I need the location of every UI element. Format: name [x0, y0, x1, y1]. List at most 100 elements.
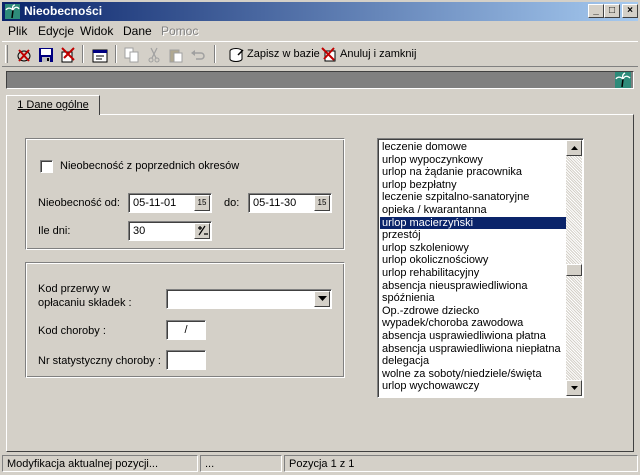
paste-button[interactable] [165, 45, 187, 65]
list-item[interactable]: opieka / kwarantanna [380, 204, 566, 217]
app-palm-icon [5, 4, 20, 19]
tab-dane-ogolne[interactable]: 1 Dane ogólne [6, 95, 100, 115]
list-item[interactable]: absencja usprawiedliwiona niepłatna [380, 343, 566, 356]
scroll-up-button[interactable] [566, 140, 582, 156]
undo-icon [191, 50, 205, 60]
days-field[interactable]: 30 [128, 221, 212, 241]
kod-przerwy-dropdown-button[interactable] [314, 291, 330, 307]
from-date-value: 05-11-01 [133, 197, 177, 209]
list-item[interactable]: urlop szkoleniowy [380, 242, 566, 255]
menu-widok[interactable]: Widok [80, 24, 113, 38]
list-item[interactable]: urlop okolicznościowy [380, 254, 566, 267]
list-item[interactable]: urlop bezpłatny [380, 179, 566, 192]
list-item[interactable]: delegacja [380, 355, 566, 368]
list-item[interactable]: wypadek/choroba zawodowa [380, 317, 566, 330]
menu-edycje[interactable]: Edycje [38, 24, 74, 38]
minimize-button[interactable]: _ [588, 4, 604, 18]
save-icon [39, 48, 53, 62]
kod-przerwy-select[interactable] [166, 289, 332, 309]
save-to-db-button[interactable]: Zapisz w bazie [227, 45, 321, 65]
properties-button[interactable] [89, 45, 111, 65]
list-item[interactable]: spóźnienia [380, 292, 566, 305]
close-button[interactable]: × [622, 4, 638, 18]
list-item[interactable]: przestój [380, 229, 566, 242]
list-item[interactable]: absencja usprawiedliwiona płatna [380, 330, 566, 343]
status-position: Pozycja 1 z 1 [284, 455, 638, 472]
list-item[interactable]: urlop wypoczynkowy [380, 154, 566, 167]
prev-periods-checkbox[interactable] [40, 160, 53, 173]
list-item[interactable]: absencja nieusprawiedliwiona [380, 280, 566, 293]
save-to-db-label: Zapisz w bazie [247, 48, 320, 60]
copy-button[interactable] [121, 45, 143, 65]
scroll-thumb[interactable] [566, 264, 582, 276]
absence-type-list: leczenie domowe urlop wypoczynkowy urlop n… [380, 141, 566, 393]
kod-choroby-field[interactable]: / [166, 320, 206, 340]
list-item[interactable]: urlop na żądanie pracownika [380, 166, 566, 179]
toolbar-separator [82, 45, 84, 63]
menu-pomoc[interactable]: Pomoc [161, 24, 198, 38]
from-date-field[interactable]: 05-11-01 15 [128, 193, 212, 213]
absence-dates-group: Nieobecność z poprzednich okresów Nieobe… [25, 138, 345, 250]
title-bar[interactable]: Nieobecności _ □ × [2, 2, 638, 21]
contribution-group: Kod przerwy w opłacaniu składek : Kod ch… [25, 262, 345, 378]
absence-window: Nieobecności _ □ × Plik Edycje Widok Dan… [0, 0, 640, 475]
delete-button[interactable] [13, 45, 35, 65]
toolbar: Zapisz w bazie Anuluj i zamknij [2, 41, 638, 67]
calendar-icon: 15 [317, 198, 327, 207]
window-title: Nieobecności [24, 4, 103, 18]
kod-przerwy-label-1: Kod przerwy w [38, 283, 111, 295]
calculator-icon [197, 225, 208, 236]
days-value: 30 [133, 225, 146, 237]
list-item[interactable]: leczenie szpitalno-sanatoryjne [380, 191, 566, 204]
cut-record-button[interactable] [57, 45, 79, 65]
prev-periods-label: Nieobecność z poprzednich okresów [60, 160, 240, 172]
undo-button[interactable] [187, 45, 209, 65]
toolbar-grip[interactable] [5, 45, 8, 63]
list-item[interactable]: urlop macierzyński [380, 216, 566, 230]
cut-record-icon [61, 47, 75, 63]
chevron-down-icon [317, 296, 327, 301]
properties-icon [92, 49, 108, 63]
cancel-close-button[interactable]: Anuluj i zamknij [320, 45, 420, 65]
status-message: Modyfikacja aktualnej pozycji... [2, 455, 198, 472]
to-calendar-button[interactable]: 15 [314, 195, 330, 211]
list-item[interactable]: urlop wychowawczy [380, 380, 566, 393]
calendar-icon: 15 [197, 198, 207, 207]
kod-przerwy-label-2: opłacaniu składek : [38, 297, 132, 309]
from-label: Nieobecność od: [38, 197, 120, 209]
cut-icon [148, 47, 160, 63]
save-icon-button[interactable] [35, 45, 57, 65]
from-calendar-button[interactable]: 15 [194, 195, 210, 211]
status-dots: ... [200, 455, 282, 472]
kod-choroby-label: Kod choroby : [38, 325, 106, 337]
nr-stat-label: Nr statystyczny choroby : [38, 355, 161, 367]
palm-icon[interactable] [615, 72, 631, 88]
nr-stat-field[interactable] [166, 350, 206, 370]
copy-icon [124, 47, 139, 63]
paste-icon [169, 49, 183, 63]
scroll-down-button[interactable] [566, 380, 582, 396]
absence-type-listbox[interactable]: leczenie domowe urlop wypoczynkowy urlop n… [377, 138, 584, 398]
arrow-up-icon [570, 146, 578, 150]
save-db-icon [229, 48, 244, 62]
to-date-field[interactable]: 05-11-30 15 [248, 193, 332, 213]
list-item[interactable]: wolne za soboty/niedziele/święta [380, 368, 566, 381]
kod-choroby-value: / [184, 324, 188, 336]
cut-button[interactable] [143, 45, 165, 65]
menu-bar: Plik Edycje Widok Dane Pomoc [2, 22, 638, 40]
list-item[interactable]: leczenie domowe [380, 141, 566, 154]
listbox-scrollbar[interactable] [566, 140, 582, 396]
to-label: do: [224, 197, 240, 209]
list-item[interactable]: urlop rehabilitacyjny [380, 267, 566, 280]
delete-icon [17, 49, 31, 62]
tab-label: 1 Dane ogólne [17, 99, 89, 111]
list-item[interactable]: Op.-zdrowe dziecko [380, 305, 566, 318]
menu-dane[interactable]: Dane [123, 24, 152, 38]
record-strip [6, 71, 634, 89]
cancel-close-label: Anuluj i zamknij [340, 48, 417, 60]
calculator-button[interactable] [194, 223, 210, 239]
maximize-button[interactable]: □ [604, 4, 620, 18]
toolbar-separator [115, 45, 117, 63]
arrow-down-icon [570, 386, 578, 390]
menu-plik[interactable]: Plik [8, 24, 27, 38]
